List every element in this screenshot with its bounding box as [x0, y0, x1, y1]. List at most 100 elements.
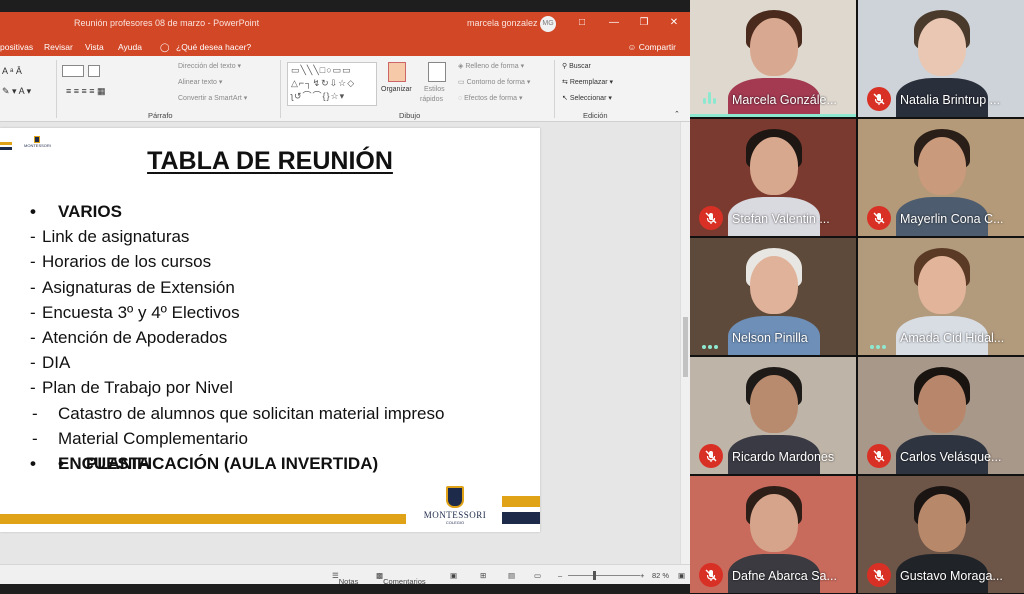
- arrange-icon[interactable]: [388, 62, 406, 82]
- participant-tile[interactable]: Gustavo Moraga...: [858, 476, 1024, 593]
- align-icons[interactable]: ≡ ≡ ≡ ≡ ▦: [66, 86, 106, 97]
- list-icon[interactable]: [88, 65, 100, 77]
- participant-tile[interactable]: Dafne Abarca Sa...: [690, 476, 856, 593]
- quick-styles-label[interactable]: Estilos: [424, 86, 445, 93]
- notes-button[interactable]: ☰ Notas: [332, 571, 358, 586]
- vertical-scrollbar[interactable]: [680, 122, 690, 564]
- slide-line: • ENCUESTA: [30, 453, 150, 479]
- slide-line-text: Horarios de los cursos: [42, 252, 212, 272]
- slide-line: • PLANIFICACIÓN (AULA INVERTIDA): [58, 454, 378, 479]
- reading-view-icon[interactable]: ▤: [508, 571, 515, 580]
- active-speaker-bar: [690, 114, 856, 117]
- minimize-icon[interactable]: —: [606, 16, 622, 30]
- participant-tile[interactable]: Marcela Gonzále...: [690, 0, 856, 117]
- share-label: Compartir: [638, 42, 676, 52]
- slide-line-text: PLANIFICACIÓN (AULA INVERTIDA): [86, 453, 379, 473]
- close-icon[interactable]: ✕: [666, 16, 682, 30]
- convert-smartart-button[interactable]: Convertir a SmartArt ▾: [178, 94, 247, 102]
- quick-styles-label-2: rápidos: [420, 96, 443, 103]
- shapes-gallery[interactable]: ▭╲╲╲□○▭▭ △⌐┐↯↻⇩☆◇ ʅ↺⌒⌒{}☆▾: [287, 62, 377, 106]
- participant-name: Marcela Gonzále...: [732, 93, 837, 107]
- slide-line-text: DIA: [42, 353, 71, 373]
- zoom-out-icon[interactable]: –: [558, 571, 562, 580]
- replace-button[interactable]: ⇆ Reemplazar ▾: [562, 78, 613, 86]
- tell-me-input[interactable]: ¿Qué desea hacer?: [176, 42, 251, 52]
- slide-line: - Plan de Trabajo por Nivel: [30, 378, 535, 403]
- slideshow-icon[interactable]: ▭: [534, 571, 541, 580]
- slide-line-text: Material Complementario: [58, 428, 248, 448]
- comments-button[interactable]: ▩ Comentarios: [376, 571, 426, 586]
- quick-styles-icon[interactable]: [428, 62, 446, 82]
- zoom-in-icon[interactable]: +: [640, 571, 644, 580]
- mic-off-icon: [699, 206, 723, 230]
- tab-transitions[interactable]: positivas: [0, 42, 33, 52]
- paragraph-group-label: Párrafo: [148, 111, 173, 120]
- select-button[interactable]: ↖ Seleccionar ▾: [562, 94, 612, 102]
- drawing-group-label: Dibujo: [399, 111, 421, 120]
- participant-tile[interactable]: Nelson Pinilla: [690, 238, 856, 355]
- audio-level-icon: [870, 336, 888, 349]
- fit-slide-icon[interactable]: ▣: [678, 571, 685, 580]
- slide-line-text: Atención de Apoderados: [42, 327, 228, 347]
- top-strip: [0, 0, 690, 12]
- separator: [554, 60, 555, 118]
- slide-sorter-icon[interactable]: ⊞: [480, 571, 486, 580]
- participant-tile[interactable]: Natalia Brintrup ...: [858, 0, 1024, 117]
- dash-marker: -: [30, 277, 36, 297]
- avatar[interactable]: MG: [540, 16, 556, 32]
- participant-tile[interactable]: Ricardo Mardones: [690, 357, 856, 474]
- mic-off-icon: [699, 444, 723, 468]
- status-bar: ☰ Notas ▩ Comentarios ▣ ⊞ ▤ ▭ – + 82 % ▣: [0, 564, 690, 586]
- dash-marker: -: [30, 378, 36, 398]
- user-name[interactable]: marcela gonzalez: [467, 18, 538, 28]
- zoom-slider-thumb[interactable]: [593, 571, 596, 580]
- person-face: [750, 494, 798, 552]
- zoom-slider[interactable]: [568, 575, 640, 576]
- shape-outline-button[interactable]: ▭ Contorno de forma ▾: [458, 78, 530, 86]
- find-label: Buscar: [569, 63, 591, 70]
- organize-button[interactable]: Organizar: [381, 86, 412, 93]
- tab-review[interactable]: Revisar: [44, 42, 73, 52]
- slide-line: - Material Complementario: [30, 429, 535, 454]
- zoom-level[interactable]: 82 %: [652, 571, 669, 580]
- person-face: [918, 494, 966, 552]
- columns-icon[interactable]: [62, 65, 84, 77]
- slide[interactable]: MONTESSORI TABLA DE REUNIÓN • VARIOS - Link…: [0, 128, 540, 532]
- slide-line-text: Catastro de alumnos que solicitan materi…: [58, 403, 445, 423]
- align-text-label: Alinear texto: [178, 79, 217, 86]
- mic-off-icon: [699, 563, 723, 587]
- mic-off-icon: [867, 206, 891, 230]
- tab-view[interactable]: Vista: [85, 42, 104, 52]
- participant-tile[interactable]: Carlos Velásque...: [858, 357, 1024, 474]
- slide-title-text: TABLA DE REUNIÓN: [147, 147, 393, 175]
- slide-line: - Asignaturas de Extensión: [30, 278, 535, 303]
- normal-view-icon[interactable]: ▣: [450, 571, 457, 580]
- shape-fill-button[interactable]: ◈ Relleno de forma ▾: [458, 62, 524, 70]
- participant-tile[interactable]: Stefan Valentin ...: [690, 119, 856, 236]
- scrollbar-thumb[interactable]: [683, 317, 688, 377]
- maximize-icon[interactable]: ❐: [636, 16, 652, 30]
- participant-tile[interactable]: Amada Cid Hidal...: [858, 238, 1024, 355]
- mic-off-icon: [867, 444, 891, 468]
- tab-help[interactable]: Ayuda: [118, 42, 142, 52]
- align-text-button[interactable]: Alinear texto ▾: [178, 78, 222, 86]
- bullet-dot: •: [30, 453, 36, 473]
- text-direction-button[interactable]: Dirección del texto ▾: [178, 62, 241, 70]
- slide-line: - Atención de Apoderados: [30, 328, 535, 353]
- slide-title[interactable]: TABLA DE REUNIÓN: [0, 147, 540, 176]
- logo-sub: COLEGIO: [445, 520, 465, 525]
- slide-line: • VARIOS: [30, 202, 122, 227]
- font-format-icons[interactable]: A ᵃ Ā: [2, 66, 22, 76]
- highlight-icon[interactable]: ✎ ▾ A ▾: [2, 86, 31, 97]
- dash-marker: -: [32, 428, 38, 448]
- participant-tile[interactable]: Mayerlin Cona C...: [858, 119, 1024, 236]
- collapse-ribbon-icon[interactable]: ⌃: [674, 110, 680, 118]
- ribbon-display-options-icon[interactable]: □: [574, 16, 590, 30]
- find-button[interactable]: ⚲ Buscar: [562, 62, 591, 70]
- select-label: Seleccionar: [569, 95, 607, 102]
- mic-off-icon: [867, 87, 891, 111]
- share-button[interactable]: ☺ Compartir: [628, 42, 676, 52]
- shape-effects-button[interactable]: ◌ Efectos de forma ▾: [458, 94, 523, 102]
- shape-effects-label: Efectos de forma: [464, 95, 518, 102]
- slide-bullet-list[interactable]: • VARIOS - Link de asignaturas - Horarios de …: [30, 202, 535, 479]
